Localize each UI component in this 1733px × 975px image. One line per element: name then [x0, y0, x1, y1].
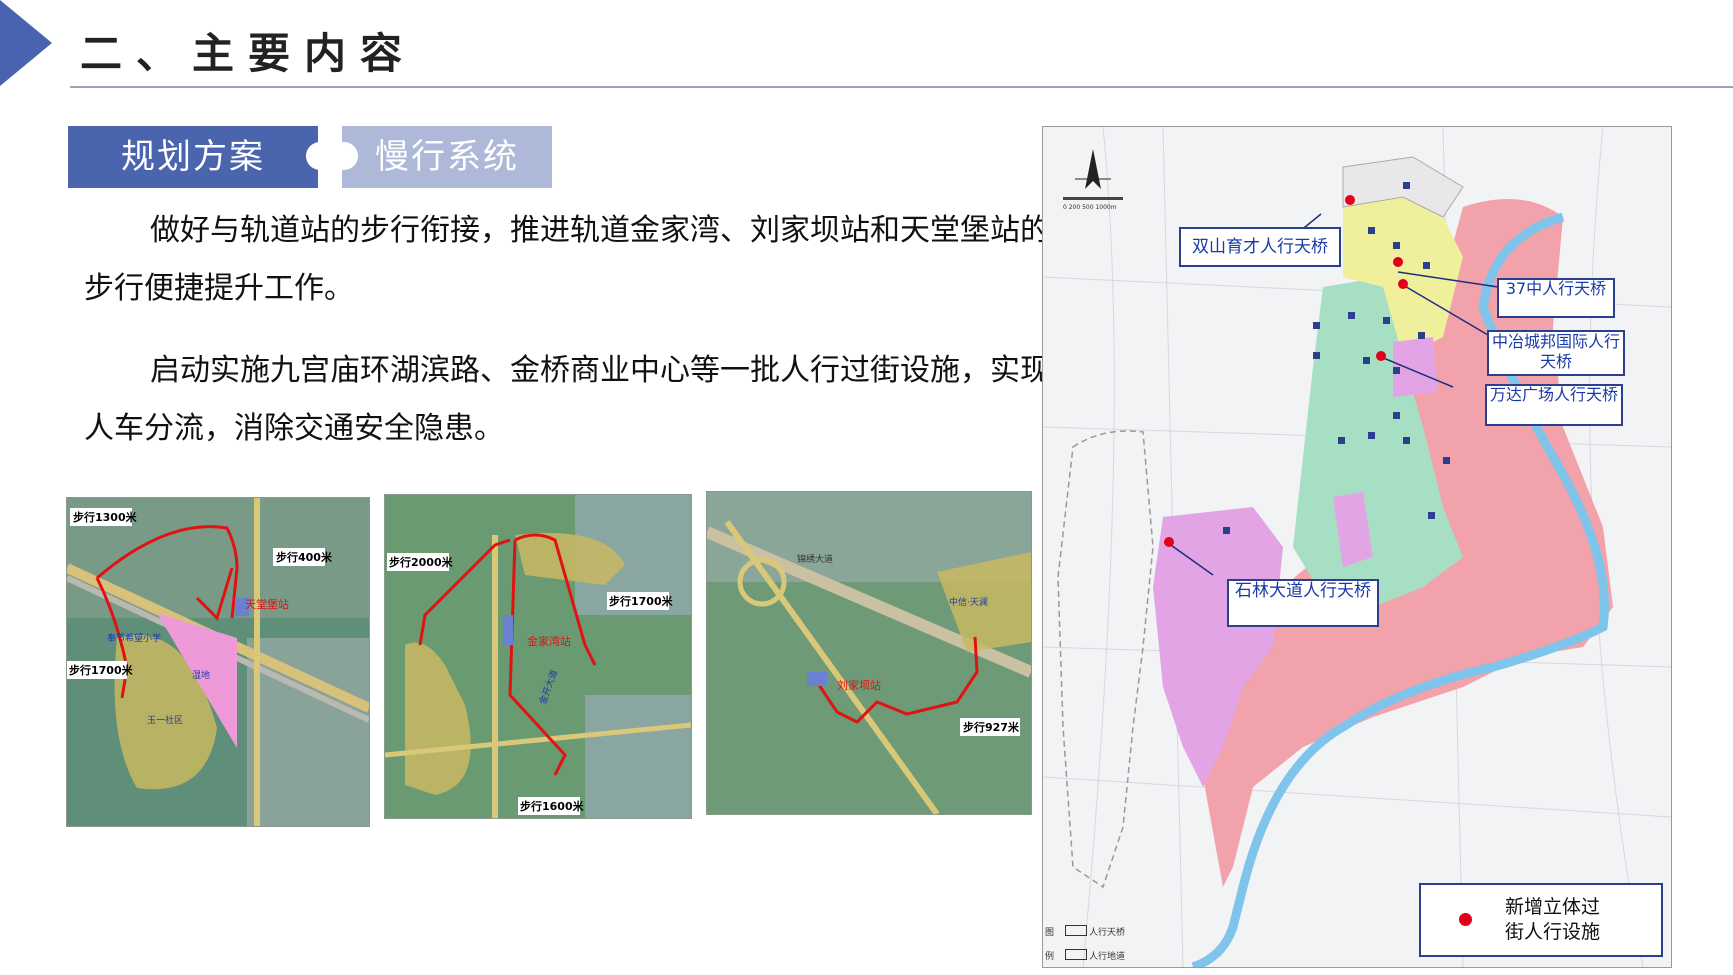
callout-wanda: 万达广场人行天桥	[1485, 384, 1623, 426]
paragraph-2-text: 启动实施九宫庙环湖滨路、金桥商业中心等一批人行过街设施，实现人车分流，消除交通安…	[84, 353, 1050, 446]
callout-zhongye: 中冶城邦国际人行天桥	[1487, 330, 1625, 376]
label-station-liujiaba: 刘家坝站	[837, 678, 881, 692]
label-walk1300: 步行1300米	[73, 510, 138, 524]
tab-connector	[306, 142, 358, 170]
label-station-tiantangbao: 天堂堡站	[245, 597, 289, 611]
legend-new-facility: 新增立体过街人行设施	[1505, 896, 1601, 943]
label-area-yuyi: 玉一社区	[147, 714, 183, 726]
map-scale-text: 0 200 500 1000m	[1063, 204, 1117, 211]
map-legend: 新增立体过街人行设施	[1419, 883, 1663, 957]
legend-bridge-icon	[1065, 925, 1087, 936]
small-legend-li: 例	[1045, 952, 1055, 962]
small-legend-item1: 人行天桥	[1089, 928, 1126, 938]
header-arrow-icon	[0, 0, 52, 86]
label-walk1700-b: 步行1700米	[609, 594, 674, 608]
aerial-photo-tiantangbao: 步行1300米 步行400米 步行1700米 天堂堡站 奉节希望小学 玉一社区 …	[66, 497, 370, 827]
legend-red-dot-icon	[1459, 913, 1472, 926]
label-walk927: 步行927米	[963, 720, 1020, 734]
aerial-photo-jinjiawan: 步行2000米 步行1700米 步行1600米 金家湾站 金开大道	[384, 494, 692, 819]
paragraph-1: 做好与轨道站的步行衔接，推进轨道金家湾、刘家坝站和天堂堡站的步行便捷提升工作。	[84, 202, 1054, 318]
small-legend-item2: 人行地道	[1089, 952, 1126, 962]
label-walk1700: 步行1700米	[69, 663, 134, 677]
label-area-zhongxin: 中信·天澜	[949, 596, 988, 608]
label-walk400: 步行400米	[276, 550, 333, 564]
callout-shuangshan: 双山育才人行天桥	[1179, 227, 1341, 267]
label-school: 奉节希望小学	[107, 632, 161, 644]
planning-map: 0 200 500 1000m 双山育才人行天桥 37中人行天桥 中冶城邦国际人…	[1042, 126, 1672, 968]
header-divider	[70, 86, 1733, 88]
paragraph-2: 启动实施九宫庙环湖滨路、金桥商业中心等一批人行过街设施，实现人车分流，消除交通安…	[84, 342, 1074, 458]
tab-slow-traffic[interactable]: 慢行系统	[342, 126, 552, 188]
paragraph-1-text: 做好与轨道站的步行衔接，推进轨道金家湾、刘家坝站和天堂堡站的步行便捷提升工作。	[84, 213, 1050, 306]
tab-plan[interactable]: 规划方案	[68, 126, 318, 188]
label-walk2000: 步行2000米	[389, 555, 454, 569]
label-park: 湿地	[192, 669, 210, 681]
label-station-jinjiawan: 金家湾站	[527, 634, 571, 648]
page-title: 二、主要内容	[80, 29, 417, 78]
aerial-photo-liujiaba: 步行927米 刘家坝站 中信·天澜 锦绣大道	[706, 491, 1032, 815]
legend-underpass-icon	[1065, 949, 1087, 960]
callout-no37: 37中人行天桥	[1497, 278, 1615, 318]
label-road-jinxiu: 锦绣大道	[797, 553, 833, 565]
small-legend-tu: 图	[1045, 928, 1055, 938]
label-walk1600: 步行1600米	[520, 799, 585, 813]
callout-shilin: 石林大道人行天桥	[1227, 579, 1379, 627]
